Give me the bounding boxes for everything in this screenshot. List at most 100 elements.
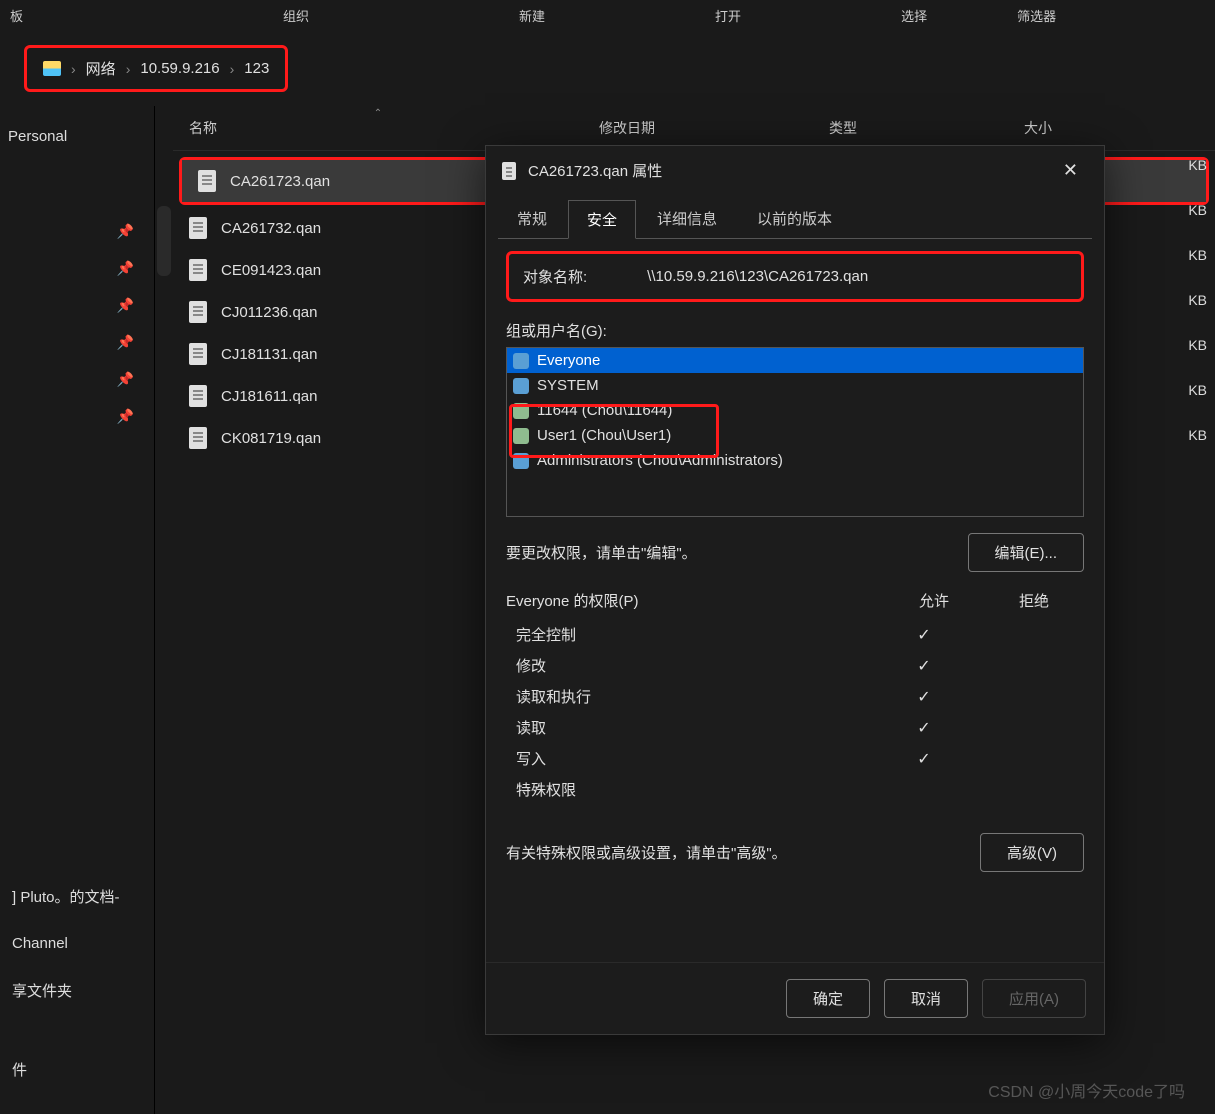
tab-general[interactable]: 常规 [498, 199, 566, 238]
pin-icon[interactable]: 📌 [0, 287, 154, 324]
permission-row: 读取✓ [506, 712, 1084, 743]
menu-item[interactable]: 板 [10, 6, 23, 25]
tab-details[interactable]: 详细信息 [638, 199, 736, 238]
file-name: CJ011236.qan [221, 304, 317, 321]
menu-item[interactable]: 打开 [715, 6, 741, 25]
pin-icon[interactable]: 📌 [0, 361, 154, 398]
user-name: Everyone [537, 352, 600, 369]
column-type[interactable]: 类型 [813, 114, 1008, 142]
breadcrumb-item[interactable]: 123 [244, 60, 269, 77]
pin-icon[interactable]: 📌 [0, 324, 154, 361]
file-icon [189, 217, 207, 239]
properties-dialog: CA261723.qan 属性 ✕ 常规 安全 详细信息 以前的版本 对象名称:… [485, 145, 1105, 1035]
advanced-button[interactable]: 高级(V) [980, 833, 1084, 872]
file-name: CA261732.qan [221, 220, 321, 237]
permission-name: 读取和执行 [516, 686, 874, 707]
advanced-hint: 有关特殊权限或高级设置，请单击"高级"。 [506, 842, 787, 863]
chevron-right-icon: › [230, 61, 235, 77]
permission-allow: ✓ [874, 687, 974, 707]
permission-name: 完全控制 [516, 624, 874, 645]
top-menu: 板 组织 新建 打开 选择 筛选器 [0, 0, 1215, 31]
user-row[interactable]: Administrators (Chou\Administrators) [507, 448, 1083, 473]
permission-row: 修改✓ [506, 650, 1084, 681]
scrollbar[interactable] [157, 206, 171, 276]
column-size[interactable]: 大小 [1008, 114, 1215, 142]
permission-row: 写入✓ [506, 743, 1084, 774]
folder-icon [43, 61, 61, 76]
file-size: KB [1120, 142, 1215, 187]
menu-item[interactable]: 筛选器 [1017, 6, 1056, 25]
sidebar-item[interactable]: Channel [8, 921, 146, 966]
permission-allow: ✓ [874, 718, 974, 738]
sort-indicator-icon: ⌃ [173, 108, 583, 119]
file-size: KB [1120, 367, 1215, 412]
check-icon: ✓ [917, 627, 930, 644]
permission-row: 读取和执行✓ [506, 681, 1084, 712]
file-icon [189, 259, 207, 281]
apply-button[interactable]: 应用(A) [982, 979, 1086, 1018]
file-name: CK081719.qan [221, 430, 321, 447]
menu-item[interactable]: 选择 [901, 6, 927, 25]
permission-row: 特殊权限 [506, 774, 1084, 805]
sidebar-item[interactable]: 件 [8, 1045, 146, 1094]
permission-row: 完全控制 ✓ [506, 619, 1084, 650]
pin-icon[interactable]: 📌 [0, 250, 154, 287]
user-name: Administrators (Chou\Administrators) [537, 452, 783, 469]
file-size: KB [1120, 277, 1215, 322]
watermark: CSDN @小周今天code了吗 [988, 1078, 1185, 1102]
object-name-row: 对象名称: \\10.59.9.216\123\CA261723.qan [506, 251, 1084, 302]
tab-security[interactable]: 安全 [568, 200, 636, 239]
dialog-title: CA261723.qan 属性 [528, 160, 1041, 181]
breadcrumb-item[interactable]: 网络 [86, 58, 116, 79]
check-icon: ✓ [917, 751, 930, 768]
menu-item[interactable]: 组织 [283, 6, 309, 25]
menu-item[interactable]: 新建 [519, 6, 545, 25]
file-name: CJ181131.qan [221, 346, 317, 363]
permission-allow: ✓ [874, 656, 974, 676]
user-name: 11644 (Chou\11644) [537, 402, 672, 419]
user-name: SYSTEM [537, 377, 599, 394]
edit-button[interactable]: 编辑(E)... [968, 533, 1085, 572]
sidebar-item[interactable]: ] Pluto。的文档- [8, 872, 146, 921]
sidebar-item[interactable]: 享文件夹 [8, 966, 146, 1015]
pin-icon[interactable]: 📌 [0, 398, 154, 435]
pin-icon[interactable]: 📌 [0, 213, 154, 250]
ok-button[interactable]: 确定 [786, 979, 870, 1018]
cancel-button[interactable]: 取消 [884, 979, 968, 1018]
chevron-right-icon: › [71, 61, 76, 77]
user-row[interactable]: Everyone [507, 348, 1083, 373]
edit-hint: 要更改权限，请单击"编辑"。 [506, 542, 697, 563]
file-icon [189, 385, 207, 407]
user-list[interactable]: Everyone SYSTEM 11644 (Chou\11644) User1 (C… [506, 347, 1084, 517]
user-icon [513, 453, 529, 469]
chevron-right-icon: › [126, 61, 131, 77]
file-size: KB [1120, 322, 1215, 367]
breadcrumb[interactable]: › 网络 › 10.59.9.216 › 123 [24, 45, 288, 92]
dialog-titlebar[interactable]: CA261723.qan 属性 ✕ [486, 146, 1104, 195]
breadcrumb-item[interactable]: 10.59.9.216 [140, 60, 219, 77]
file-size: KB [1120, 412, 1215, 457]
sidebar-item-personal[interactable]: Personal [0, 116, 154, 157]
column-date[interactable]: 修改日期 [583, 114, 813, 142]
file-size: KB [1120, 232, 1215, 277]
close-icon[interactable]: ✕ [1053, 156, 1088, 185]
permission-name: 读取 [516, 717, 874, 738]
permission-allow: ✓ [874, 625, 974, 645]
sidebar: Personal 📌 📌 📌 📌 📌 📌 ] Pluto。的文档- Channe… [0, 106, 155, 1114]
file-name: CJ181611.qan [221, 388, 317, 405]
object-name-value: \\10.59.9.216\123\CA261723.qan [647, 268, 868, 285]
user-row[interactable]: SYSTEM [507, 373, 1083, 398]
file-icon [502, 162, 516, 180]
group-users-label: 组或用户名(G): [506, 320, 1084, 341]
tab-previous[interactable]: 以前的版本 [738, 199, 851, 238]
file-icon [198, 170, 216, 192]
user-row[interactable]: 11644 (Chou\11644) [507, 398, 1083, 423]
permission-allow: ✓ [874, 749, 974, 769]
user-row[interactable]: User1 (Chou\User1) [507, 423, 1083, 448]
tabs: 常规 安全 详细信息 以前的版本 [486, 195, 1104, 238]
user-icon [513, 403, 529, 419]
permissions-header: Everyone 的权限(P) 允许 拒绝 [506, 590, 1084, 611]
permission-name: 修改 [516, 655, 874, 676]
permissions-table: 完全控制✓修改✓读取和执行✓读取✓写入✓特殊权限 [506, 619, 1084, 805]
file-size: KB [1120, 187, 1215, 232]
